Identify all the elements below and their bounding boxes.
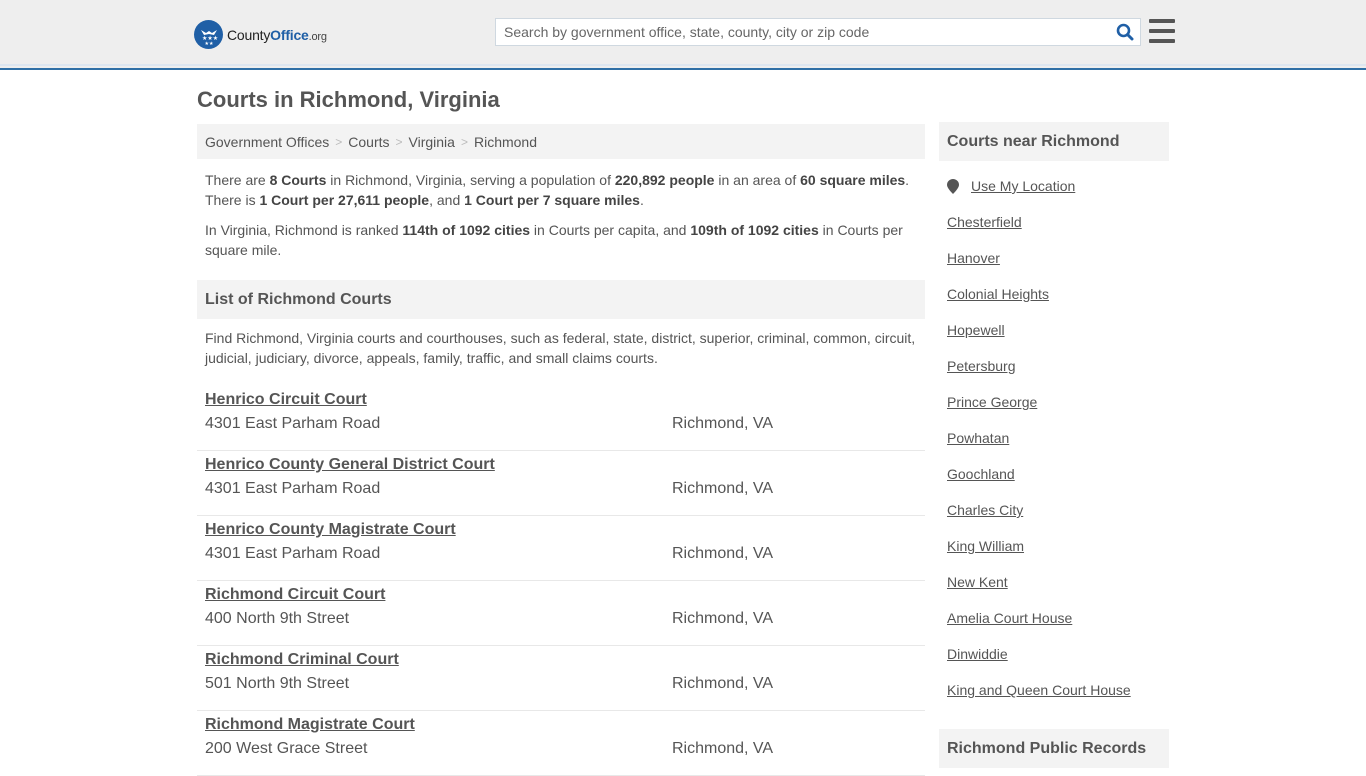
menu-bar xyxy=(1149,39,1175,43)
use-location-item: Use My Location xyxy=(939,177,1169,213)
sidebar: Courts near Richmond Use My Location Che… xyxy=(939,122,1169,768)
breadcrumb-separator-icon: > xyxy=(335,134,343,149)
nearby-link-king-and-queen-court-house[interactable]: King and Queen Court House xyxy=(947,681,1131,698)
court-city: Richmond, VA xyxy=(672,610,774,627)
nearby-item: Amelia Court House xyxy=(939,609,1169,645)
search-bar xyxy=(495,18,1141,46)
nearby-link-goochland[interactable]: Goochland xyxy=(947,465,1015,482)
court-name-link[interactable]: Henrico Circuit Court xyxy=(205,391,367,409)
nearby-item: Charles City xyxy=(939,501,1169,537)
breadcrumb-separator-icon: > xyxy=(395,134,403,149)
court-list-item: Richmond Criminal Court 501 North 9th St… xyxy=(197,646,925,711)
nearby-item: New Kent xyxy=(939,573,1169,609)
map-pin-icon xyxy=(947,179,959,194)
court-city: Richmond, VA xyxy=(672,545,774,562)
court-name-link[interactable]: Richmond Circuit Court xyxy=(205,586,385,604)
breadcrumb: Government Offices > Courts > Virginia >… xyxy=(197,124,925,159)
use-my-location-link[interactable]: Use My Location xyxy=(971,177,1075,194)
nearby-courts-heading: Courts near Richmond xyxy=(939,122,1169,161)
nearby-link-colonial-heights[interactable]: Colonial Heights xyxy=(947,285,1049,302)
court-address: 4301 East Parham Road xyxy=(205,545,381,562)
search-input[interactable] xyxy=(496,19,1110,45)
menu-bar xyxy=(1149,19,1175,23)
nearby-link-new-kent[interactable]: New Kent xyxy=(947,573,1008,590)
court-list-item: Henrico Circuit Court 4301 East Parham R… xyxy=(197,386,925,451)
list-heading: List of Richmond Courts xyxy=(197,280,925,319)
svg-text:★★: ★★ xyxy=(204,41,213,46)
main-content: Government Offices > Courts > Virginia >… xyxy=(197,124,925,776)
nearby-item: Chesterfield xyxy=(939,213,1169,249)
court-name-link[interactable]: Richmond Criminal Court xyxy=(205,651,399,669)
court-name-link[interactable]: Henrico County Magistrate Court xyxy=(205,521,456,539)
logo-text-county: County xyxy=(227,26,271,43)
court-city: Richmond, VA xyxy=(672,415,774,432)
court-city: Richmond, VA xyxy=(672,675,774,692)
logo-text-tld: .org xyxy=(308,30,327,43)
breadcrumb-virginia[interactable]: Virginia xyxy=(409,134,455,150)
breadcrumb-courts[interactable]: Courts xyxy=(348,134,389,150)
site-logo[interactable]: ★★★ ★★ CountyOffice.org xyxy=(194,20,327,49)
court-list-item: Richmond Circuit Court 400 North 9th Str… xyxy=(197,581,925,646)
menu-bar xyxy=(1149,29,1175,33)
court-city: Richmond, VA xyxy=(672,480,774,497)
courts-list: Henrico Circuit Court 4301 East Parham R… xyxy=(197,386,925,776)
court-list-item: Henrico County General District Court 43… xyxy=(197,451,925,516)
court-address: 4301 East Parham Road xyxy=(205,415,381,432)
court-address: 4301 East Parham Road xyxy=(205,480,381,497)
nearby-item: Hopewell xyxy=(939,321,1169,357)
nearby-item: Dinwiddie xyxy=(939,645,1169,681)
nearby-list: Use My Location Chesterfield Hanover Col… xyxy=(939,177,1169,717)
nearby-link-dinwiddie[interactable]: Dinwiddie xyxy=(947,645,1008,662)
court-name-link[interactable]: Henrico County General District Court xyxy=(205,456,495,474)
ranking-summary: In Virginia, Richmond is ranked 114th of… xyxy=(205,222,903,258)
nearby-link-powhatan[interactable]: Powhatan xyxy=(947,429,1009,446)
nearby-link-petersburg[interactable]: Petersburg xyxy=(947,357,1015,374)
breadcrumb-separator-icon: > xyxy=(460,134,468,149)
nearby-link-hanover[interactable]: Hanover xyxy=(947,249,1000,266)
search-button[interactable] xyxy=(1110,19,1140,45)
nearby-link-prince-george[interactable]: Prince George xyxy=(947,393,1037,410)
court-list-item: Henrico County Magistrate Court 4301 Eas… xyxy=(197,516,925,581)
nearby-link-chesterfield[interactable]: Chesterfield xyxy=(947,213,1022,230)
nearby-item: Prince George xyxy=(939,393,1169,429)
list-description: Find Richmond, Virginia courts and court… xyxy=(205,330,916,366)
page-title: Courts in Richmond, Virginia xyxy=(197,87,500,112)
logo-wordmark: CountyOffice.org xyxy=(227,27,327,43)
nearby-link-amelia-court-house[interactable]: Amelia Court House xyxy=(947,609,1072,626)
nearby-item: Goochland xyxy=(939,465,1169,501)
nearby-item: King and Queen Court House xyxy=(939,681,1169,717)
nearby-item: King William xyxy=(939,537,1169,573)
nearby-item: Powhatan xyxy=(939,429,1169,465)
court-city: Richmond, VA xyxy=(672,740,774,757)
logo-text-office: Office xyxy=(270,26,309,43)
intro-stats: There are 8 Courts in Richmond, Virginia… xyxy=(197,170,925,260)
nearby-link-hopewell[interactable]: Hopewell xyxy=(947,321,1005,338)
hamburger-menu-icon[interactable] xyxy=(1149,19,1175,43)
court-list-item: Richmond Magistrate Court 200 West Grace… xyxy=(197,711,925,776)
nearby-link-charles-city[interactable]: Charles City xyxy=(947,501,1023,518)
top-header: ★★★ ★★ CountyOffice.org xyxy=(0,0,1366,70)
search-icon xyxy=(1116,23,1134,41)
nearby-item: Petersburg xyxy=(939,357,1169,393)
court-address: 501 North 9th Street xyxy=(205,675,350,692)
breadcrumb-government-offices[interactable]: Government Offices xyxy=(205,134,329,150)
nearby-item: Hanover xyxy=(939,249,1169,285)
court-address: 200 West Grace Street xyxy=(205,740,368,757)
nearby-item: Colonial Heights xyxy=(939,285,1169,321)
public-records-heading: Richmond Public Records xyxy=(939,729,1169,768)
breadcrumb-richmond[interactable]: Richmond xyxy=(474,134,537,150)
eagle-stars-logo-icon: ★★★ ★★ xyxy=(194,20,223,49)
nearby-link-king-william[interactable]: King William xyxy=(947,537,1024,554)
court-name-link[interactable]: Richmond Magistrate Court xyxy=(205,716,415,734)
court-address: 400 North 9th Street xyxy=(205,610,350,627)
population-summary: There are 8 Courts in Richmond, Virginia… xyxy=(205,172,910,208)
